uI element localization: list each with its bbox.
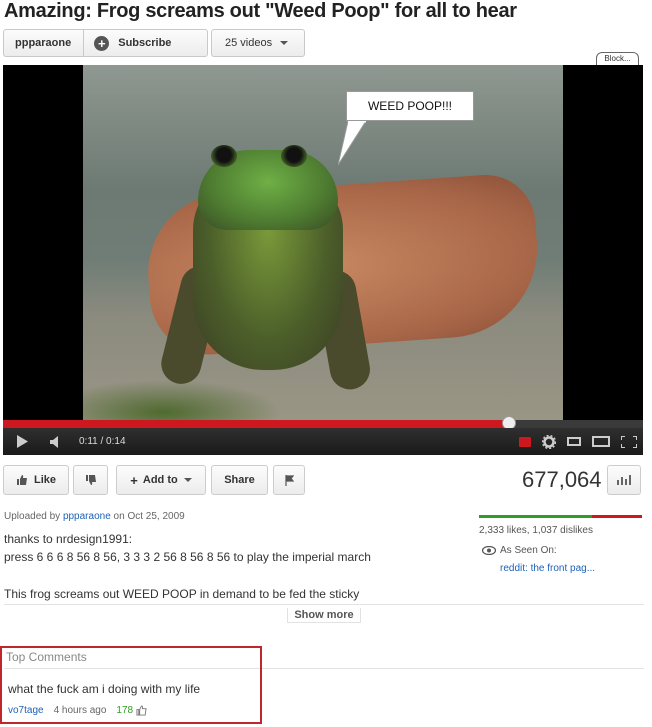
chevron-down-icon: [183, 478, 192, 482]
video-title: Amazing: Frog screams out "Weed Poop" fo…: [4, 0, 517, 22]
video-frame[interactable]: WEED POOP!!!: [83, 65, 563, 420]
highlight-box: [0, 646, 262, 724]
show-more-label: Show more: [287, 608, 361, 623]
add-to-label: Add to: [142, 474, 178, 486]
thumbs-down-icon: [85, 475, 96, 485]
large-player-icon[interactable]: [592, 436, 610, 447]
speech-bubble-tail: [338, 121, 367, 166]
seen-on-link[interactable]: reddit: the front pag...: [500, 563, 595, 574]
player-right-controls: [519, 428, 637, 455]
play-icon[interactable]: [3, 428, 41, 455]
videos-count-label: 25 videos: [225, 37, 273, 49]
upload-date: on Oct 25, 2009: [113, 511, 185, 522]
uploader-link[interactable]: ppparaone: [63, 511, 111, 522]
like-label: Like: [33, 474, 56, 486]
channel-name-button[interactable]: ppparaone: [4, 30, 85, 56]
small-player-icon[interactable]: [567, 437, 581, 446]
fullscreen-icon[interactable]: [621, 428, 637, 455]
add-to-button[interactable]: + Add to: [116, 465, 206, 495]
gear-icon[interactable]: [542, 428, 556, 455]
show-more-button[interactable]: Show more: [4, 604, 644, 624]
time-display: 0:11 / 0:14: [79, 436, 126, 447]
thumbs-up-icon: [16, 475, 27, 485]
videos-dropdown-button[interactable]: 25 videos: [211, 29, 305, 57]
stats-button[interactable]: [607, 465, 641, 495]
uploaded-prefix: Uploaded by: [4, 511, 61, 522]
frog-eye-left: [211, 145, 237, 167]
speech-bubble-text: WEED POOP!!!: [367, 99, 452, 113]
description-line-2: press 6 6 6 8 56 8 56, 3 3 3 2 56 8 56 8…: [4, 550, 371, 564]
eye-icon: [482, 546, 496, 555]
channel-button-group: ppparaone + Subscribe: [3, 29, 208, 57]
plus-icon[interactable]: +: [94, 35, 110, 51]
plus-icon: +: [130, 472, 138, 488]
description-line-3: This frog screams out WEED POOP in deman…: [4, 587, 360, 601]
bar-chart-icon: [617, 475, 631, 485]
like-button[interactable]: Like: [3, 465, 69, 495]
flag-button[interactable]: [273, 465, 305, 495]
player-controls: 0:11 / 0:14: [3, 428, 643, 455]
flag-icon: [284, 474, 294, 486]
chevron-down-icon: [280, 41, 289, 45]
dislike-button[interactable]: [73, 465, 108, 495]
volume-icon[interactable]: [41, 428, 69, 455]
progress-bar[interactable]: [3, 416, 643, 430]
seen-on: As Seen On:: [482, 545, 557, 556]
block-button[interactable]: Block...: [596, 52, 639, 66]
share-button[interactable]: Share: [211, 465, 268, 495]
frog-eye-right: [281, 145, 307, 167]
speech-bubble: WEED POOP!!!: [346, 91, 474, 121]
description-line-1: thanks to nrdesign1991:: [4, 532, 133, 546]
view-count: 677,064: [522, 467, 602, 492]
dislikes-bar: [591, 515, 642, 518]
annotations-icon[interactable]: [519, 436, 531, 447]
subscribe-button[interactable]: Subscribe: [118, 37, 171, 49]
grass-detail: [83, 380, 283, 420]
likes-bar: [479, 515, 592, 518]
share-label: Share: [224, 474, 255, 486]
video-player[interactable]: WEED POOP!!! 0:11 / 0:14: [3, 65, 643, 455]
likes-dislikes-count: 2,333 likes, 1,037 dislikes: [479, 525, 593, 536]
progress-fill: [3, 420, 509, 428]
upload-info: Uploaded by ppparaone on Oct 25, 2009: [4, 511, 185, 522]
seen-on-label: As Seen On:: [500, 545, 557, 556]
